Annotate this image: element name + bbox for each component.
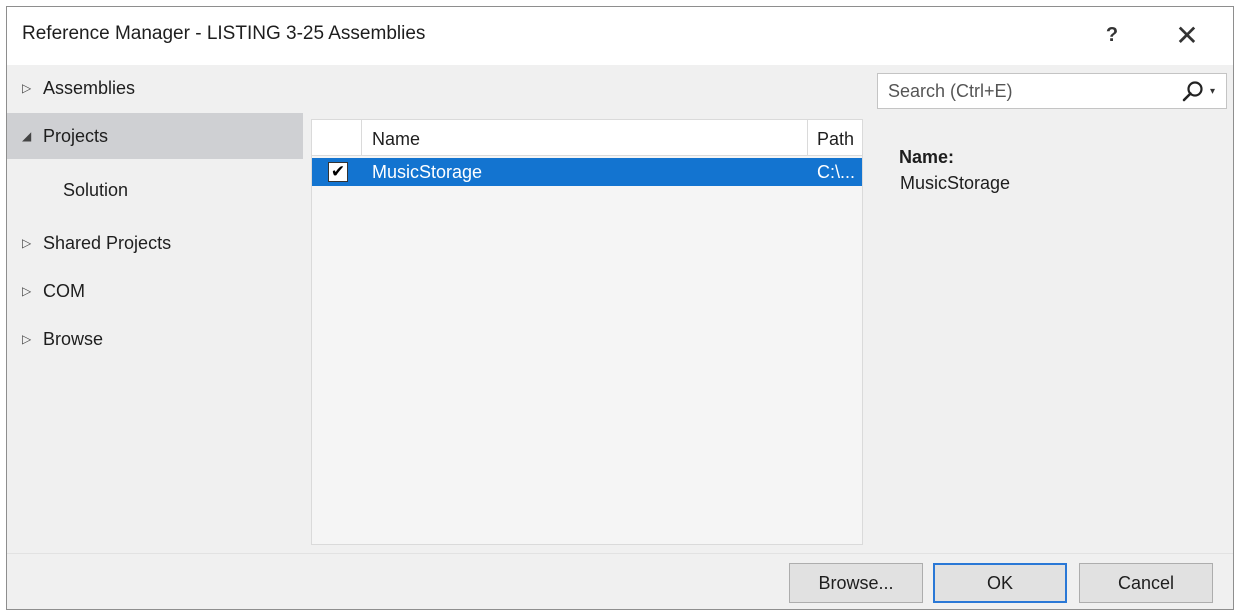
list-header: Name Path xyxy=(312,120,862,156)
nav-item-label: Projects xyxy=(43,126,109,146)
column-header-check[interactable] xyxy=(312,120,362,156)
footer-divider xyxy=(7,553,1233,554)
expand-arrow-icon: ▷ xyxy=(22,81,32,95)
browse-button[interactable]: Browse... xyxy=(789,563,923,603)
collapse-arrow-icon: ◢ xyxy=(22,129,32,143)
nav-item-solution[interactable]: Solution xyxy=(7,167,303,213)
close-button[interactable]: ✕ xyxy=(1170,19,1204,53)
search-icon[interactable] xyxy=(1178,78,1208,106)
nav-item-browse[interactable]: ▷ Browse xyxy=(7,316,303,362)
nav-item-label: Shared Projects xyxy=(43,233,172,253)
nav-item-label: Assemblies xyxy=(43,78,136,98)
expand-arrow-icon: ▷ xyxy=(22,284,32,298)
window-title: Reference Manager - LISTING 3-25 Assembl… xyxy=(22,23,426,44)
details-name-value: MusicStorage xyxy=(900,173,1011,193)
column-header-path[interactable]: Path xyxy=(808,120,864,156)
project-path: C:\... xyxy=(817,162,856,182)
expand-arrow-icon: ▷ xyxy=(22,236,32,250)
include-checkbox[interactable]: ✔ xyxy=(328,162,348,182)
nav-item-label: Browse xyxy=(43,329,104,349)
nav-item-shared-projects[interactable]: ▷ Shared Projects xyxy=(7,220,303,266)
details-name-label: Name: xyxy=(899,147,955,167)
list-item[interactable]: ✔ MusicStorage C:\... xyxy=(312,158,862,186)
chevron-down-icon[interactable]: ▾ xyxy=(1210,86,1215,97)
category-nav: ▷ Assemblies ◢ Projects Solution ▷ Share… xyxy=(7,65,303,545)
project-list: Name Path ✔ MusicStorage C:\... xyxy=(311,119,863,545)
ok-button[interactable]: OK xyxy=(933,563,1067,603)
nav-item-com[interactable]: ▷ COM xyxy=(7,268,303,314)
nav-item-assemblies[interactable]: ▷ Assemblies xyxy=(7,65,303,111)
search-input[interactable] xyxy=(878,74,1174,108)
title-bar: Reference Manager - LISTING 3-25 Assembl… xyxy=(7,7,1233,65)
column-header-name[interactable]: Name xyxy=(362,120,808,156)
search-box: ▾ xyxy=(877,73,1227,109)
expand-arrow-icon: ▷ xyxy=(22,332,32,346)
reference-manager-dialog: Reference Manager - LISTING 3-25 Assembl… xyxy=(6,6,1234,610)
nav-item-projects[interactable]: ◢ Projects xyxy=(7,113,303,159)
help-button[interactable]: ? xyxy=(1097,20,1127,50)
project-name: MusicStorage xyxy=(372,162,483,182)
nav-item-label: Solution xyxy=(63,180,129,200)
nav-item-label: COM xyxy=(43,281,85,301)
cancel-button[interactable]: Cancel xyxy=(1079,563,1213,603)
